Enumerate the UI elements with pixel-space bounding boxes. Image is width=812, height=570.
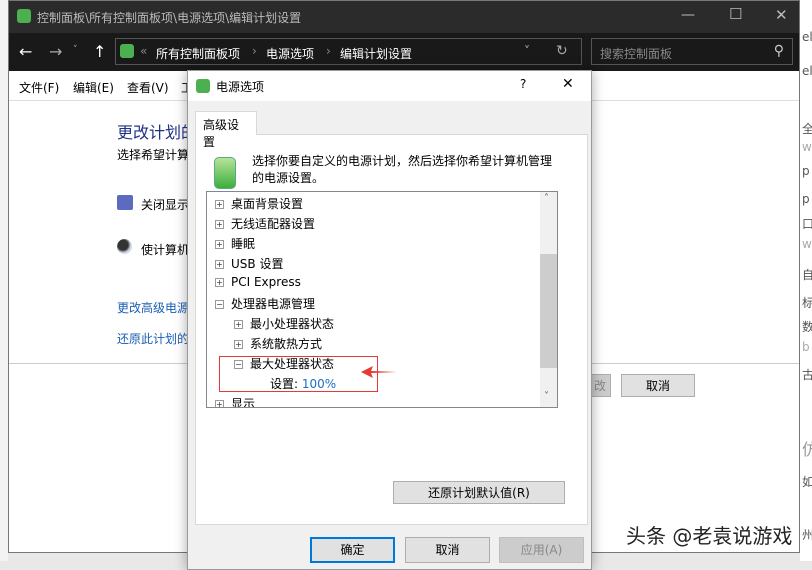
expand-icon: + xyxy=(215,220,224,229)
breadcrumb-item[interactable]: 电源选项 xyxy=(266,45,314,62)
power-options-icon xyxy=(17,9,31,23)
change-advanced-settings-link[interactable]: 更改高级电源 xyxy=(117,299,189,316)
menu-edit[interactable]: 编辑(E) xyxy=(73,79,114,96)
recent-dropdown-icon[interactable]: ˅ xyxy=(73,45,78,55)
minimize-button[interactable]: — xyxy=(681,7,695,23)
watermark: 头条 @老袁说游戏 xyxy=(626,524,793,548)
apply-button[interactable]: 应用(A) xyxy=(499,537,584,563)
background-page-edge: el el 全 w p p 口 w 自 标 数 b 古 仿 如 州 xyxy=(800,0,812,561)
fragment: 州 xyxy=(802,528,812,542)
fragment: p xyxy=(802,164,810,178)
chevron-down-icon[interactable]: ˅ xyxy=(524,44,530,58)
fragment: 仿 xyxy=(802,440,812,459)
page-subtext: 选择希望计算 xyxy=(117,148,190,162)
power-options-icon xyxy=(120,44,134,58)
chevron-right-icon: › xyxy=(252,44,257,58)
tree-item[interactable]: + 最小处理器状态 xyxy=(234,315,334,332)
display-off-label: 关闭显示 xyxy=(141,198,190,212)
refresh-icon[interactable]: ↻ xyxy=(556,43,568,59)
battery-plug-icon xyxy=(214,157,236,189)
tree-item[interactable]: + 显示 xyxy=(215,395,255,408)
forward-icon[interactable]: → xyxy=(49,42,62,61)
dialog-close-button[interactable]: ✕ xyxy=(562,76,574,92)
fragment: 全 xyxy=(802,122,812,136)
ok-button[interactable]: 确定 xyxy=(310,537,395,563)
highlight-box xyxy=(219,356,378,392)
tree-item[interactable]: − 处理器电源管理 xyxy=(215,295,315,312)
sleep-moon-icon xyxy=(117,239,132,254)
scroll-down-icon[interactable]: ˅ xyxy=(544,391,549,402)
restore-defaults-link[interactable]: 还原此计划的 xyxy=(117,330,189,347)
background-window-edge xyxy=(0,0,8,561)
chevron-right-icon: › xyxy=(326,44,331,58)
arrow-pointer-icon xyxy=(361,366,397,378)
scrollbar-thumb[interactable] xyxy=(540,254,557,368)
expand-icon: + xyxy=(215,400,224,408)
overflow-icon[interactable]: « xyxy=(140,44,147,58)
power-options-icon xyxy=(196,79,210,93)
back-icon[interactable]: ← xyxy=(19,42,32,61)
fragment: el xyxy=(802,64,812,78)
settings-tree[interactable]: + 桌面背景设置 + 无线适配器设置 + 睡眠 + USB 设置 + PCI Expres… xyxy=(206,191,558,408)
fragment: 标 xyxy=(802,296,812,310)
fragment: b xyxy=(802,340,810,354)
display-clock-icon xyxy=(117,195,133,210)
dialog-title: 电源选项 xyxy=(216,80,265,94)
fragment: 古 xyxy=(802,368,812,382)
collapse-icon: − xyxy=(215,300,224,309)
power-options-dialog: 电源选项 ? ✕ 高级设置 选择你要自定义的电源计划，然后选择你希望计算机管理的… xyxy=(187,70,592,570)
menu-view[interactable]: 查看(V) xyxy=(127,79,169,96)
fragment: w xyxy=(802,237,812,251)
expand-icon: + xyxy=(234,340,243,349)
breadcrumb-item[interactable]: 所有控制面板项 xyxy=(156,45,240,62)
address-row: ← → ˅ ↑ « 所有控制面板项 › 电源选项 › 编辑计划设置 ˅ ↻ 搜索… xyxy=(9,33,799,71)
cancel-button[interactable]: 取消 xyxy=(405,537,490,563)
menu-file[interactable]: 文件(F) xyxy=(19,79,59,96)
expand-icon: + xyxy=(215,278,224,287)
expand-icon: + xyxy=(215,260,224,269)
scroll-up-icon[interactable]: ˄ xyxy=(544,193,549,204)
tree-item[interactable]: + 桌面背景设置 xyxy=(215,195,303,212)
tree-item[interactable]: + 无线适配器设置 xyxy=(215,215,315,232)
fragment: 自 xyxy=(802,268,812,282)
fragment: w xyxy=(802,140,812,154)
dialog-title-bar: 电源选项 ? ✕ xyxy=(188,71,591,101)
fragment: 口 xyxy=(802,217,812,231)
search-input[interactable]: 搜索控制面板 ⚲ xyxy=(591,38,793,65)
expand-icon: + xyxy=(215,200,224,209)
tree-item[interactable]: + USB 设置 xyxy=(215,255,283,272)
tree-item[interactable]: + PCI Express xyxy=(215,275,301,289)
maximize-button[interactable]: ☐ xyxy=(729,5,742,23)
fragment: p xyxy=(802,192,810,206)
scrollbar[interactable]: ˄ ˅ xyxy=(540,192,557,407)
expand-icon: + xyxy=(234,320,243,329)
fragment: el xyxy=(802,30,812,44)
description: 选择你要自定义的电源计划，然后选择你希望计算机管理的电源设置。 xyxy=(252,154,553,185)
fragment: 如 xyxy=(802,475,812,489)
breadcrumb-item[interactable]: 编辑计划设置 xyxy=(340,45,412,62)
search-icon[interactable]: ⚲ xyxy=(774,43,784,59)
tree-item[interactable]: + 睡眠 xyxy=(215,235,255,252)
up-icon[interactable]: ↑ xyxy=(93,42,106,61)
cancel-button[interactable]: 取消 xyxy=(621,374,695,397)
help-button[interactable]: ? xyxy=(520,77,526,91)
tab-advanced-settings[interactable]: 高级设置 xyxy=(195,111,257,149)
close-button[interactable]: ✕ xyxy=(775,6,788,24)
sleep-label: 使计算机 xyxy=(141,243,190,257)
window-title: 控制面板\所有控制面板项\电源选项\编辑计划设置 xyxy=(37,11,302,25)
expand-icon: + xyxy=(215,240,224,249)
fragment: 数 xyxy=(802,320,812,334)
restore-plan-defaults-button[interactable]: 还原计划默认值(R) xyxy=(393,481,565,504)
page-heading: 更改计划的 xyxy=(117,123,198,142)
search-placeholder: 搜索控制面板 xyxy=(600,47,673,61)
tree-item[interactable]: + 系统散热方式 xyxy=(234,335,322,352)
address-bar[interactable]: « 所有控制面板项 › 电源选项 › 编辑计划设置 ˅ ↻ xyxy=(115,38,582,65)
title-bar: 控制面板\所有控制面板项\电源选项\编辑计划设置 — ☐ ✕ xyxy=(9,1,799,33)
